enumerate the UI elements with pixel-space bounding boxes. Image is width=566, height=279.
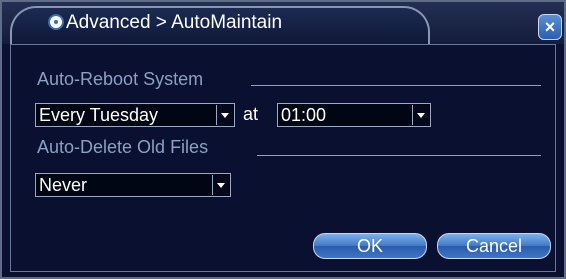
auto-delete-divider <box>257 155 541 156</box>
title-bar: Advanced > AutoMaintain × <box>2 2 564 44</box>
cancel-button[interactable]: Cancel <box>437 233 551 259</box>
reboot-day-value: Every Tuesday <box>39 105 159 125</box>
delete-files-select[interactable]: Never <box>35 173 231 197</box>
content-panel: Auto-Reboot System Every Tuesday at 01:0… <box>10 44 556 272</box>
automaintain-dialog: Advanced > AutoMaintain × Auto-Reboot Sy… <box>0 0 566 279</box>
close-button[interactable]: × <box>538 14 562 40</box>
reboot-time-select[interactable]: 01:00 <box>277 103 431 127</box>
window-title: Advanced > AutoMaintain <box>66 12 283 33</box>
close-icon: × <box>544 17 556 37</box>
chevron-down-icon[interactable] <box>412 105 429 125</box>
at-label: at <box>243 104 259 124</box>
reboot-day-select[interactable]: Every Tuesday <box>35 103 235 127</box>
ok-button[interactable]: OK <box>313 233 427 259</box>
chevron-down-icon[interactable] <box>216 105 233 125</box>
auto-reboot-label: Auto-Reboot System <box>37 69 204 89</box>
reboot-time-value: 01:00 <box>281 105 327 125</box>
auto-delete-label: Auto-Delete Old Files <box>37 137 209 157</box>
chevron-down-icon[interactable] <box>212 175 229 195</box>
settings-disc-icon <box>48 14 64 30</box>
delete-files-value: Never <box>39 175 88 195</box>
auto-reboot-divider <box>251 85 541 86</box>
